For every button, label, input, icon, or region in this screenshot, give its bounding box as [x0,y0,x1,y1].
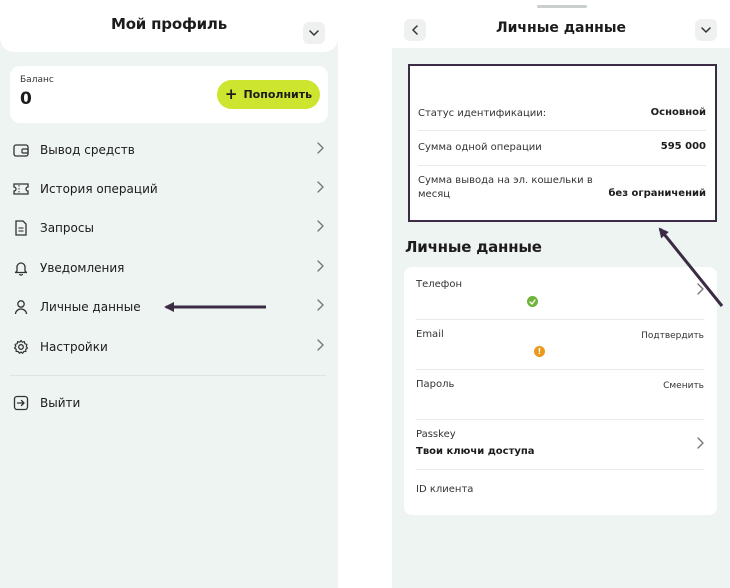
balance-card: Баланс 0 + Пополнить [10,66,328,123]
sheet-grabber[interactable] [537,5,587,8]
profile-screen: Мой профиль Баланс 0 + Пополнить Вывод с… [0,0,338,588]
status-value: без ограничений [608,188,706,199]
divider [416,469,704,470]
menu-item-requests[interactable]: Запросы [10,214,326,242]
balance-value: 0 [20,89,32,109]
confirm-email-button[interactable]: Подтвердить [641,331,704,341]
passkey-label: Passkey [416,429,456,440]
bell-icon [12,259,30,277]
menu-item-personal-data[interactable]: Личные данные [10,293,326,321]
password-row: Пароль Сменить [416,379,704,419]
passkey-value: Твои ключи доступа [416,446,535,457]
warning-icon: ! [534,346,545,357]
verified-check-icon [527,296,538,307]
chevron-right-icon [317,339,324,351]
wallet-icon [12,141,30,159]
divider [418,165,706,166]
personal-data-card: Телефон Email ! Подтвердить Пароль Смени… [404,267,717,515]
page-title: Мой профиль [110,15,228,33]
gear-icon [12,338,30,356]
menu-item-label: Уведомления [40,261,125,275]
logout-button[interactable]: Выйти [10,389,326,417]
password-label: Пароль [416,379,455,390]
status-label: Сумма одной операции [418,142,542,153]
identification-status-card: Статус идентификации: Основной Сумма одн… [408,64,717,222]
chevron-down-icon [701,27,711,33]
chevron-right-icon [317,299,324,311]
plus-icon: + [224,85,238,103]
phone-label: Телефон [416,279,463,290]
menu-item-notifications[interactable]: Уведомления [10,254,326,282]
logout-icon [12,394,30,412]
chevron-right-icon [317,220,324,232]
ticket-icon [12,180,30,198]
chevron-right-icon [317,260,324,272]
divider [416,319,704,320]
balance-label: Баланс [20,75,54,85]
user-icon [12,298,30,316]
chevron-right-icon [317,142,324,154]
topup-label: Пополнить [243,88,313,101]
chevron-right-icon [317,181,324,193]
divider [416,369,704,370]
menu-item-withdraw[interactable]: Вывод средств [10,136,326,164]
topup-button[interactable]: + Пополнить [217,80,320,109]
menu-item-settings[interactable]: Настройки [10,333,326,361]
email-label: Email [416,329,444,340]
change-password-button[interactable]: Сменить [663,381,704,391]
menu-item-label: Настройки [40,340,108,354]
client-id-label: ID клиента [416,484,474,495]
collapse-button[interactable] [695,19,717,41]
page-title: Личные данные [495,20,626,36]
passkey-row[interactable]: Passkey Твои ключи доступа [416,429,704,469]
client-id-row: ID клиента [416,484,704,508]
divider [416,419,704,420]
profile-header: Мой профиль [0,0,338,52]
logout-label: Выйти [40,396,81,410]
menu-item-label: История операций [40,182,158,196]
status-value: 595 000 [660,141,706,152]
section-title: Личные данные [405,238,542,256]
personal-data-header: Личные данные [392,0,730,48]
status-value: Основной [650,107,706,118]
divider [418,130,706,131]
status-label: Сумма вывода на эл. кошельки в месяц [418,175,593,200]
menu-divider [10,375,326,376]
menu-item-label: Вывод средств [40,143,135,157]
menu-item-label: Запросы [40,221,94,235]
chevron-down-icon [309,30,319,36]
collapse-button[interactable] [303,22,325,44]
chevron-right-icon [697,437,704,449]
menu-item-label: Личные данные [40,300,141,314]
menu-item-history[interactable]: История операций [10,175,326,203]
status-label: Статус идентификации: [418,108,547,119]
personal-data-screen: Личные данные Статус идентификации: Осно… [392,0,730,588]
phone-row[interactable]: Телефон [416,279,704,319]
email-row: Email ! Подтвердить [416,329,704,369]
document-icon [12,219,30,237]
chevron-right-icon [697,283,704,295]
